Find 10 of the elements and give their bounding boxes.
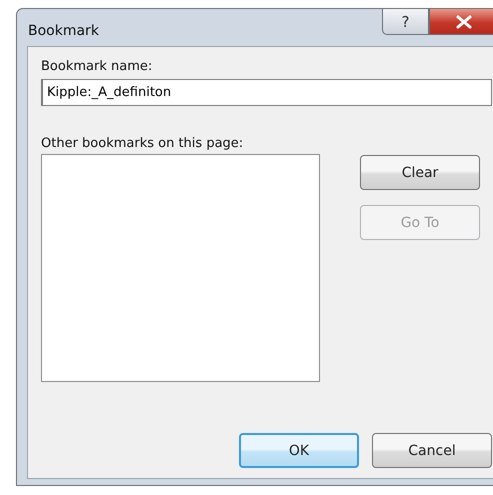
dialog-button[interactable]: Cancel [372,433,492,468]
list-label: Other bookmarks on this page: [41,136,244,151]
field-label: Bookmark name: [41,59,154,74]
window-title: Bookmark [28,23,99,39]
close-icon [455,14,473,28]
side-button[interactable]: Clear [360,155,480,190]
help-button[interactable]: ? [382,9,429,35]
close-button[interactable] [429,9,493,35]
dialog-button[interactable]: OK [239,433,359,468]
bookmark-name-field[interactable]: Kipple:_A_definiton [41,79,492,106]
